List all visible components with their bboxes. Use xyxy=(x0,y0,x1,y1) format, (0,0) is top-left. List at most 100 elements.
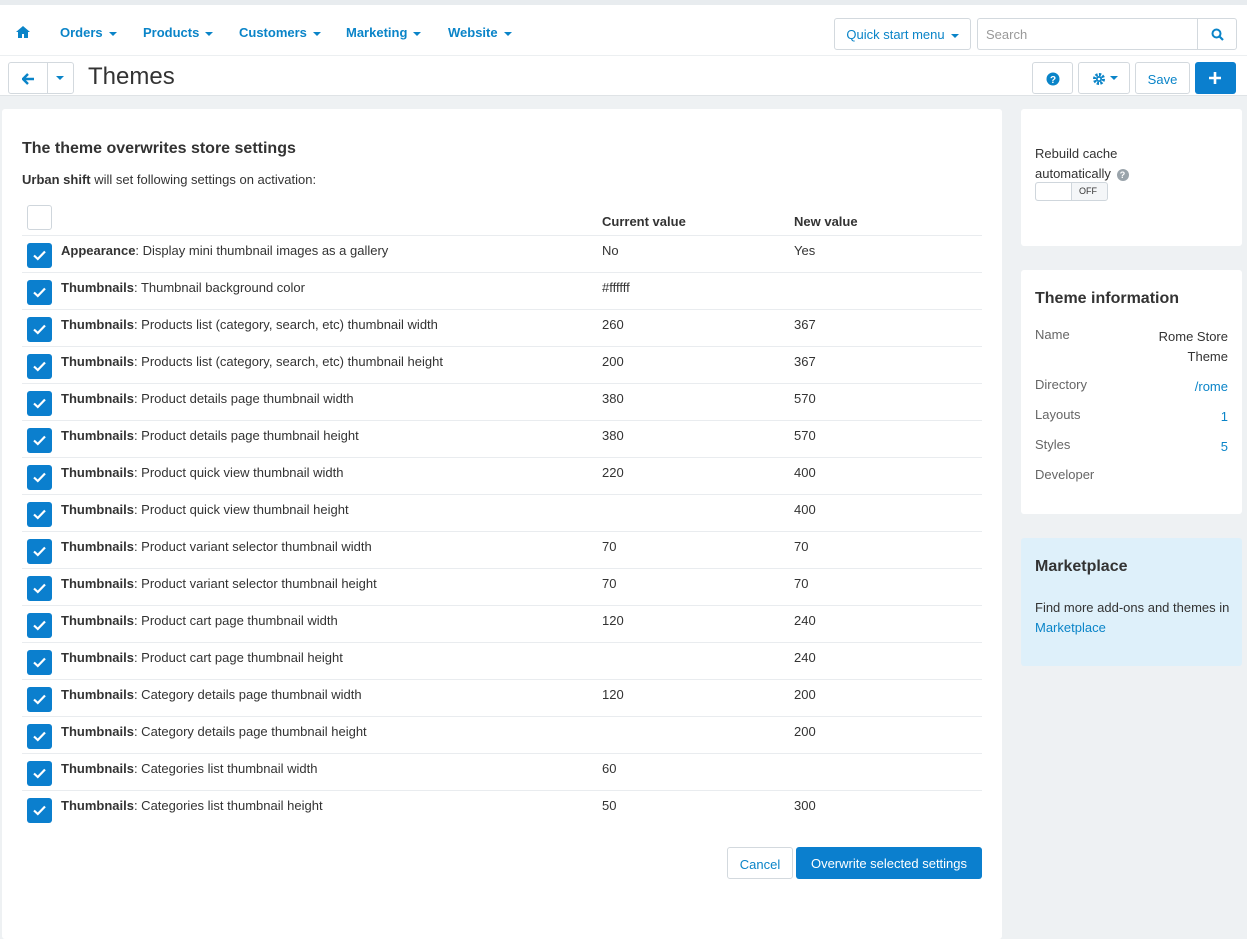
setting-group: Thumbnails xyxy=(61,428,134,443)
help-button[interactable]: ? xyxy=(1032,62,1073,94)
page-title: Themes xyxy=(88,63,175,90)
current-value: 220 xyxy=(602,465,624,480)
search-input[interactable] xyxy=(977,18,1198,50)
check-icon xyxy=(33,583,46,594)
check-icon xyxy=(33,731,46,742)
plus-icon xyxy=(1209,72,1221,84)
check-icon xyxy=(33,509,46,520)
setting-name: : Product cart page thumbnail width xyxy=(133,613,338,628)
row-checkbox[interactable] xyxy=(27,539,52,564)
quick-start-menu-button[interactable]: Quick start menu xyxy=(834,18,971,50)
chevron-down-icon xyxy=(950,33,959,38)
chevron-down-icon xyxy=(312,31,321,36)
setting-label: Thumbnails: Category details page thumbn… xyxy=(61,724,367,739)
row-checkbox[interactable] xyxy=(27,243,52,268)
nav-customers[interactable]: Customers xyxy=(239,25,321,40)
table-row: Thumbnails: Product variant selector thu… xyxy=(22,531,982,568)
nav-marketing[interactable]: Marketing xyxy=(346,25,422,40)
row-checkbox[interactable] xyxy=(27,465,52,490)
row-checkbox[interactable] xyxy=(27,317,52,342)
current-value: 70 xyxy=(602,576,617,591)
add-button[interactable] xyxy=(1195,62,1236,94)
table-row: Thumbnails: Product cart page thumbnail … xyxy=(22,605,982,642)
setting-group: Thumbnails xyxy=(61,280,134,295)
new-value: 200 xyxy=(794,687,816,702)
theme-info-value[interactable]: /rome xyxy=(1138,377,1228,397)
home-icon[interactable] xyxy=(15,24,31,40)
current-value: 120 xyxy=(602,613,624,628)
row-checkbox[interactable] xyxy=(27,687,52,712)
rebuild-cache-toggle[interactable]: OFF xyxy=(1035,182,1108,201)
marketplace-link[interactable]: Marketplace xyxy=(1035,620,1106,635)
table-row: Thumbnails: Categories list thumbnail wi… xyxy=(22,753,982,790)
row-checkbox[interactable] xyxy=(27,613,52,638)
new-value: 200 xyxy=(794,724,816,739)
nav-orders[interactable]: Orders xyxy=(60,25,117,40)
row-checkbox[interactable] xyxy=(27,502,52,527)
theme-info-value[interactable]: 1 xyxy=(1138,407,1228,427)
row-checkbox[interactable] xyxy=(27,428,52,453)
row-checkbox[interactable] xyxy=(27,576,52,601)
theme-info-value[interactable]: 5 xyxy=(1138,437,1228,457)
setting-label: Thumbnails: Product quick view thumbnail… xyxy=(61,465,344,480)
table-row: Thumbnails: Thumbnail background color #f… xyxy=(22,272,982,309)
setting-group: Thumbnails xyxy=(61,391,134,406)
table-row: Thumbnails: Category details page thumbn… xyxy=(22,716,982,753)
table-row: Thumbnails: Product details page thumbna… xyxy=(22,420,982,457)
setting-label: Thumbnails: Categories list thumbnail wi… xyxy=(61,761,317,776)
new-value: 70 xyxy=(794,539,809,554)
setting-group: Thumbnails xyxy=(61,502,134,517)
table-row: Thumbnails: Categories list thumbnail he… xyxy=(22,790,982,827)
setting-group: Thumbnails xyxy=(61,354,134,369)
settings-button[interactable] xyxy=(1078,62,1130,94)
select-all-checkbox[interactable] xyxy=(27,205,52,230)
new-value: 240 xyxy=(794,650,816,665)
setting-name: : Product details page thumbnail height xyxy=(133,428,359,443)
theme-info-value: Rome Store Theme xyxy=(1158,329,1228,364)
table-row: Thumbnails: Product quick view thumbnail… xyxy=(22,494,982,531)
chevron-down-icon xyxy=(56,76,64,80)
settings-overwrite-panel: The theme overwrites store settings Urba… xyxy=(2,109,1002,939)
row-checkbox[interactable] xyxy=(27,280,52,305)
nav-website[interactable]: Website xyxy=(448,25,512,40)
save-button[interactable]: Save xyxy=(1135,62,1190,94)
arrow-left-icon xyxy=(22,73,34,85)
setting-name: : Product quick view thumbnail height xyxy=(133,502,349,517)
setting-name: : Product variant selector thumbnail wid… xyxy=(133,539,372,554)
rebuild-cache-panel: Rebuild cache automatically ? OFF xyxy=(1021,109,1242,246)
question-icon[interactable]: ? xyxy=(1116,168,1129,181)
setting-label: Thumbnails: Product cart page thumbnail … xyxy=(61,650,343,665)
theme-info-key: Directory xyxy=(1035,377,1088,392)
table-row: Thumbnails: Product cart page thumbnail … xyxy=(22,642,982,679)
row-checkbox[interactable] xyxy=(27,724,52,749)
row-checkbox[interactable] xyxy=(27,354,52,379)
nav-orders-label: Orders xyxy=(60,25,103,40)
chevron-down-icon xyxy=(205,31,214,36)
new-value: 70 xyxy=(794,576,809,591)
row-checkbox[interactable] xyxy=(27,798,52,823)
overwrite-selected-button[interactable]: Overwrite selected settings xyxy=(796,847,982,879)
nav-products[interactable]: Products xyxy=(143,25,214,40)
setting-name: : Category details page thumbnail height xyxy=(133,724,367,739)
back-button[interactable] xyxy=(8,62,48,94)
back-dropdown-button[interactable] xyxy=(47,62,74,94)
theme-name: Urban shift xyxy=(22,172,91,187)
marketplace-title: Marketplace xyxy=(1035,558,1128,575)
cancel-button[interactable]: Cancel xyxy=(727,847,793,879)
search-button[interactable] xyxy=(1197,18,1237,50)
setting-label: Thumbnails: Product details page thumbna… xyxy=(61,391,354,406)
setting-group: Thumbnails xyxy=(61,724,134,739)
row-checkbox[interactable] xyxy=(27,391,52,416)
setting-label: Thumbnails: Categories list thumbnail he… xyxy=(61,798,323,813)
row-checkbox[interactable] xyxy=(27,650,52,675)
toggle-knob xyxy=(1036,183,1072,200)
row-checkbox[interactable] xyxy=(27,761,52,786)
chevron-down-icon xyxy=(108,31,117,36)
setting-name: : Products list (category, search, etc) … xyxy=(133,317,438,332)
setting-group: Thumbnails xyxy=(61,539,134,554)
chevron-down-icon xyxy=(413,31,422,36)
setting-group: Thumbnails xyxy=(61,650,134,665)
search-icon xyxy=(1211,28,1224,41)
column-current-value: Current value xyxy=(602,214,686,229)
check-icon xyxy=(33,768,46,779)
